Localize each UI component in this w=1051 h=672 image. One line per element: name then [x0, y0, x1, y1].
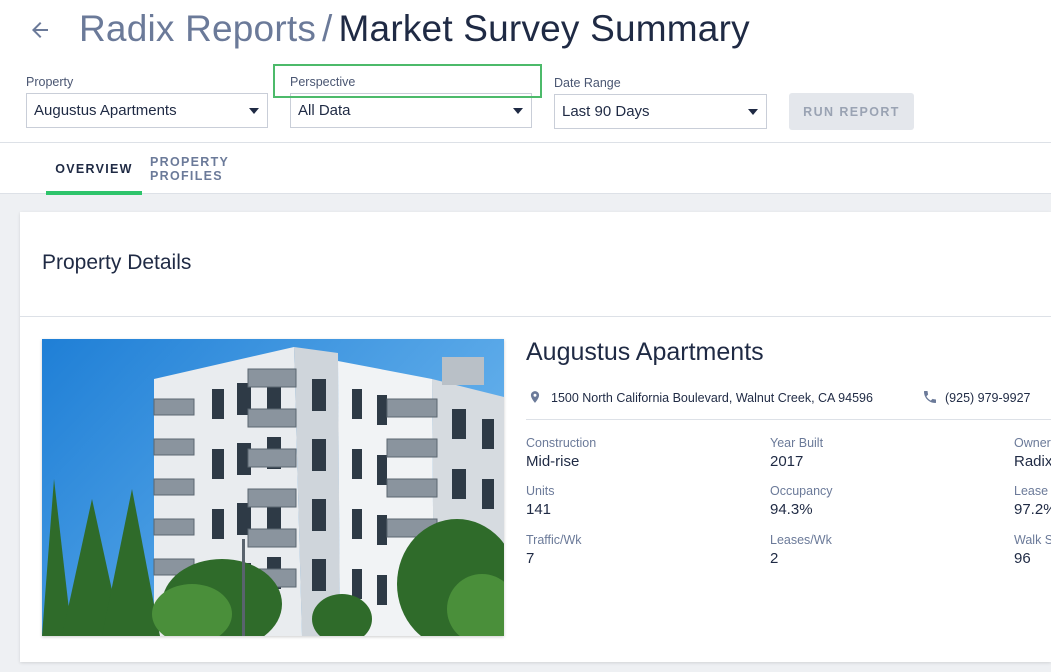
back-button[interactable] — [24, 14, 56, 46]
stat-leases-wk: Leases/Wk 2 — [770, 533, 832, 567]
stat-value: 97.2% — [1014, 501, 1051, 518]
stat-label: Lease — [1014, 484, 1049, 498]
page-title: Radix Reports / Market Survey Summary — [79, 8, 750, 50]
stat-leased: Lease 97.2% — [1014, 484, 1051, 518]
stat-value: 2 — [770, 550, 779, 567]
stat-label: Owner — [1014, 436, 1051, 450]
arrow-left-icon — [32, 22, 48, 38]
stat-label: Leases/Wk — [770, 533, 832, 547]
stat-label: Units — [526, 484, 555, 498]
stat-value: 141 — [526, 501, 552, 518]
stat-label: Walk S — [1014, 533, 1051, 547]
date-range-value: Last 90 Days — [562, 103, 650, 120]
property-select[interactable]: Augustus Apartments — [26, 93, 268, 128]
property-value: Augustus Apartments — [34, 102, 177, 119]
stat-value: Radix — [1014, 453, 1051, 470]
page-title-current: Market Survey Summary — [338, 8, 750, 49]
caret-down-icon — [249, 107, 259, 114]
caret-down-icon — [748, 108, 758, 115]
stat-value: 7 — [526, 550, 535, 567]
property-details-card: Property Details Augustus Apartments 150… — [20, 212, 1051, 662]
stat-value: 2017 — [770, 453, 804, 470]
perspective-value: All Data — [298, 102, 351, 119]
property-phone[interactable]: (925) 979-9927 — [945, 391, 1030, 405]
stat-occupancy: Occupancy 94.3% — [770, 484, 833, 518]
stat-owner: Owner Radix — [1014, 436, 1051, 470]
run-report-button[interactable]: RUN REPORT — [789, 93, 914, 130]
perspective-field: Perspective All Data — [290, 75, 532, 128]
property-photo — [42, 339, 504, 636]
tab-property-profiles[interactable]: PROPERTY PROFILES — [150, 143, 303, 194]
caret-down-icon — [513, 107, 523, 114]
stat-value: 94.3% — [770, 501, 813, 518]
property-contact-row: 1500 North California Boulevard, Walnut … — [526, 388, 1051, 420]
stat-label: Construction — [526, 436, 597, 450]
property-field: Property Augustus Apartments — [26, 75, 268, 128]
tab-bar: OVERVIEW PROPERTY PROFILES — [0, 142, 1051, 195]
stat-label: Occupancy — [770, 484, 833, 498]
stat-label: Traffic/Wk — [526, 533, 582, 547]
phone-icon — [924, 391, 936, 403]
stat-walk-score: Walk S 96 — [1014, 533, 1051, 567]
top-bar: Radix Reports / Market Survey Summary Prop… — [0, 0, 1051, 142]
stat-year-built: Year Built 2017 — [770, 436, 823, 470]
date-range-select[interactable]: Last 90 Days — [554, 94, 767, 129]
property-address: 1500 North California Boulevard, Walnut … — [551, 391, 873, 405]
perspective-label: Perspective — [290, 75, 356, 89]
stat-construction: Construction Mid-rise — [526, 436, 596, 470]
tab-overview[interactable]: OVERVIEW — [46, 143, 142, 195]
breadcrumb-separator: / — [322, 8, 333, 49]
stat-value: 96 — [1014, 550, 1031, 567]
property-name: Augustus Apartments — [526, 338, 764, 366]
breadcrumb-radix-reports[interactable]: Radix Reports — [79, 8, 316, 49]
stat-value: Mid-rise — [526, 453, 580, 470]
map-pin-icon — [530, 391, 540, 403]
stat-label: Year Built — [770, 436, 824, 450]
card-header: Property Details — [20, 212, 1051, 317]
perspective-select[interactable]: All Data — [290, 93, 532, 128]
card-title: Property Details — [42, 251, 192, 274]
date-range-label: Date Range — [554, 76, 621, 90]
stat-traffic-wk: Traffic/Wk 7 — [526, 533, 582, 567]
stat-units: Units 141 — [526, 484, 554, 518]
date-range-field: Date Range Last 90 Days — [554, 76, 767, 129]
building-illustration — [42, 339, 504, 636]
property-label: Property — [26, 75, 74, 89]
